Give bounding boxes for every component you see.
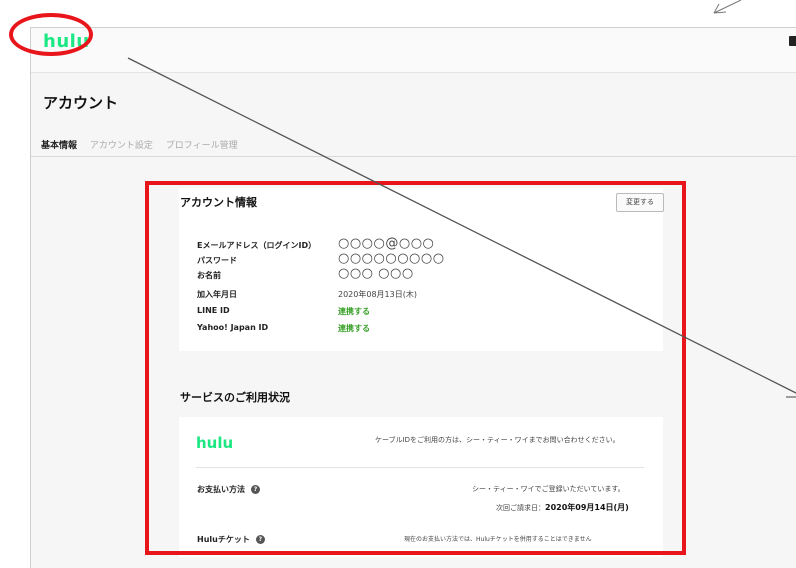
annotation-overlay — [127, 0, 796, 398]
annotation-arrow-line — [127, 57, 796, 394]
screenshot-root: hulu アカウント 基本情報 アカウント設定 プロフィール管理 アカウント情報… — [0, 0, 796, 568]
